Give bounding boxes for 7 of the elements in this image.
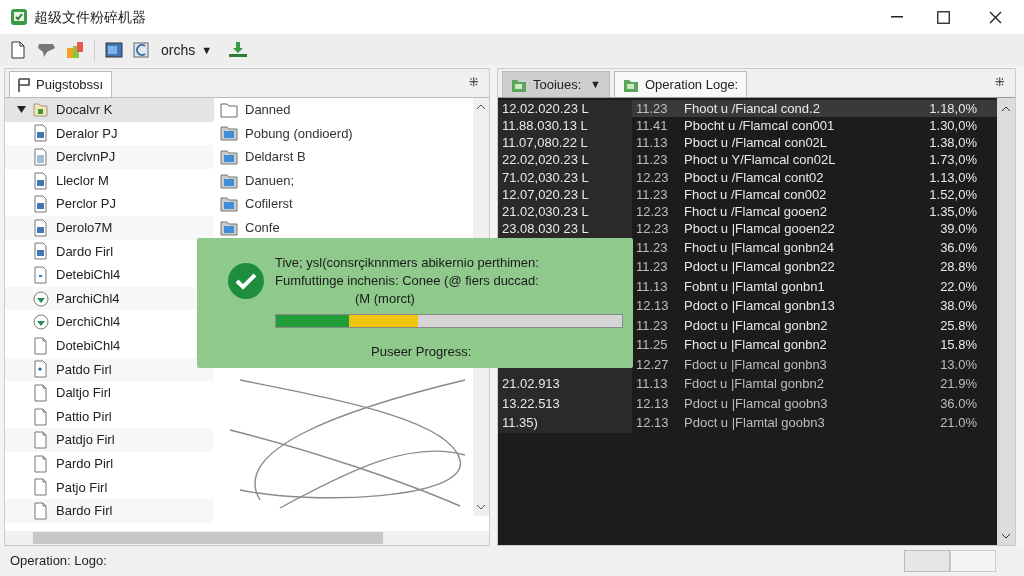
notice-text: Tive; ysl(consrçiknnmers abikernio perthimen: [275,254,540,272]
window-title: 超级文件粉碎机器 [34,7,146,27]
pin-icon: ⁜ [995,73,1005,91]
status-text: Operation: Logo: [10,552,107,571]
notice-text: (M (morct) [355,290,416,308]
notice-text: Fumfuttinge inchenis: Conee (@ fiers duccad: [275,272,540,290]
progress-label: Puseer Progress: [371,343,473,361]
